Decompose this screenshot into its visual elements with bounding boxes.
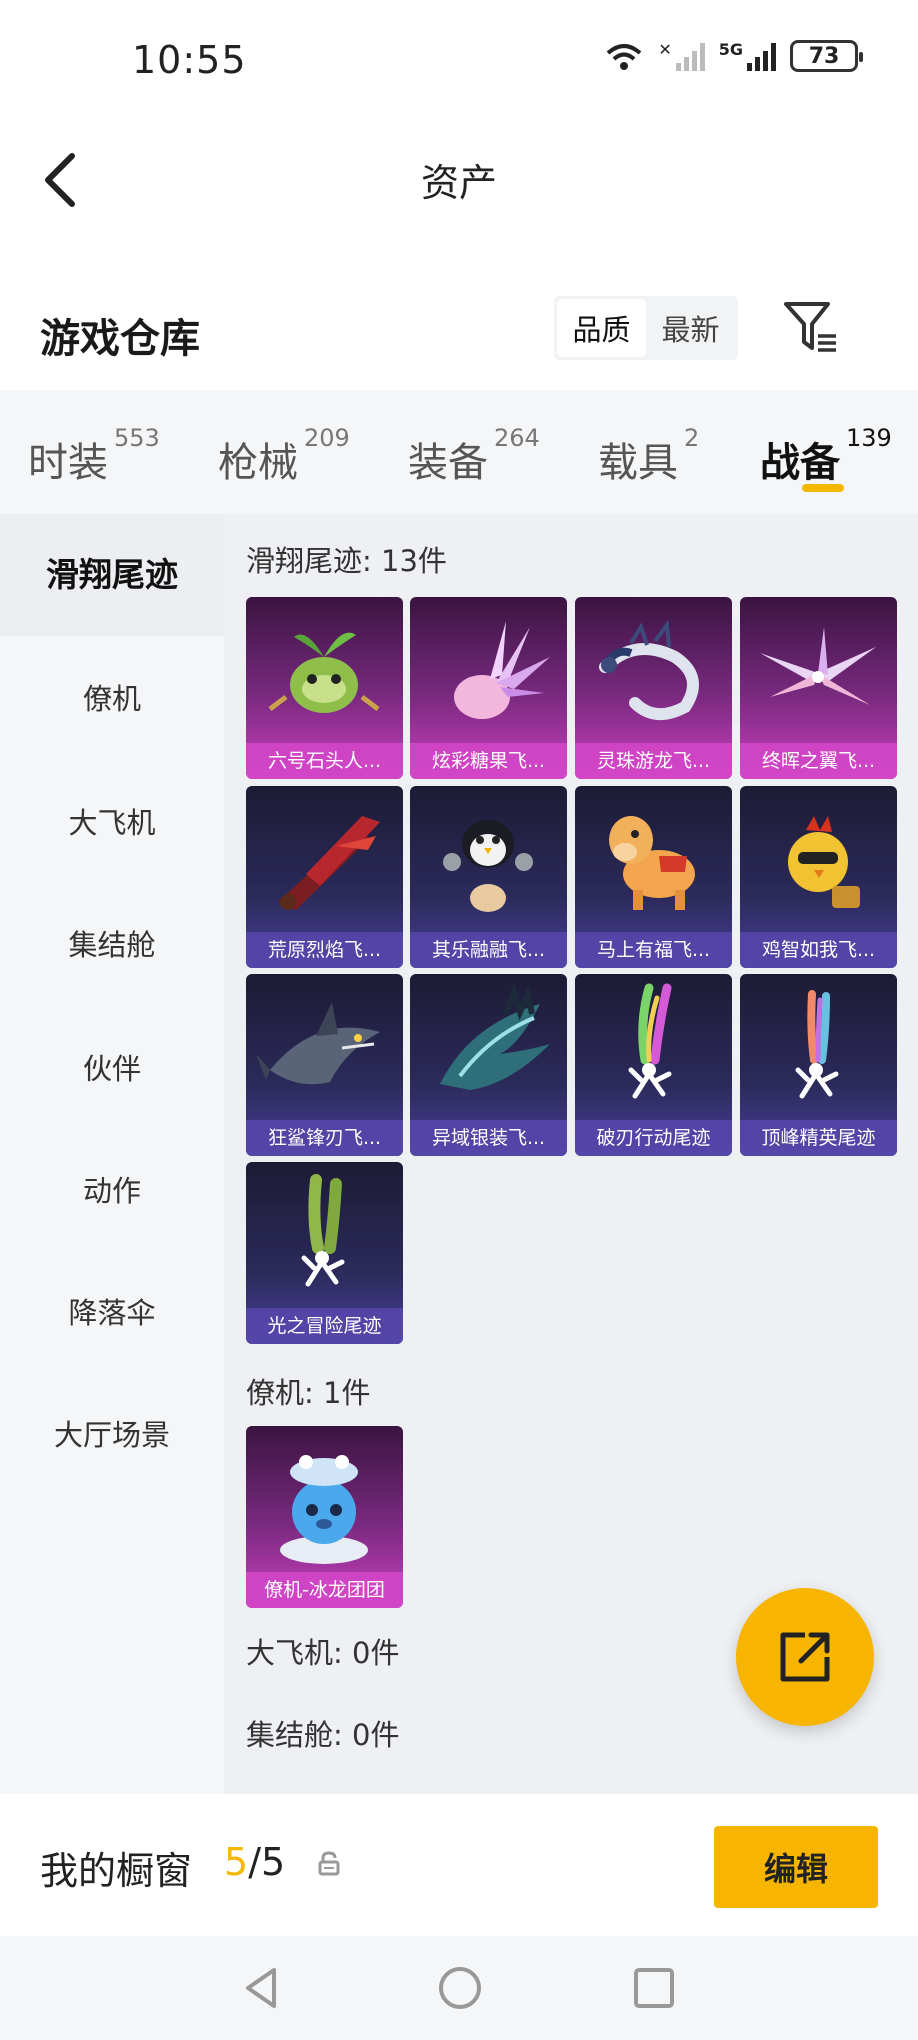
item-card[interactable]: 异域银装飞...: [410, 974, 567, 1156]
sidebar-item-wingman[interactable]: 僚机: [0, 676, 224, 718]
tab-fashion[interactable]: 时装553: [28, 424, 160, 488]
item-name: 炫彩糖果飞...: [410, 743, 567, 779]
sidebar-item-partner[interactable]: 伙伴: [0, 1046, 224, 1088]
item-card[interactable]: 顶峰精英尾迹: [740, 974, 897, 1156]
status-bar: 10:55 ✕ 5G 73: [0, 0, 918, 120]
nav-back-icon[interactable]: [232, 1958, 292, 2018]
showcase-label: 我的橱窗: [40, 1849, 193, 1893]
silver-wing-icon: [440, 982, 550, 1090]
sort-toggle: 品质 最新: [554, 296, 738, 360]
category-tabs: 时装553 枪械209 装备264 载具2 战备139: [0, 390, 918, 514]
green-trail-icon: [301, 1174, 345, 1287]
item-card[interactable]: 马上有福飞...: [575, 786, 732, 968]
item-name: 鸡智如我飞...: [740, 932, 897, 968]
colorful-trail-icon: [795, 990, 839, 1099]
item-card[interactable]: 破刃行动尾迹: [575, 974, 732, 1156]
page-title: 资产: [420, 161, 497, 205]
ice-dragon-icon: [280, 1455, 368, 1564]
flame-glider-icon: [278, 816, 380, 910]
item-card[interactable]: 僚机-冰龙团团: [246, 1426, 403, 1608]
active-tab-indicator: [802, 484, 844, 492]
rainbow-trail-icon: [628, 983, 672, 1099]
item-card[interactable]: 六号石头人...: [246, 597, 403, 779]
shark-icon: [256, 1002, 380, 1085]
crystal-wings-icon: [760, 627, 876, 705]
tab-vehicles[interactable]: 载具2: [598, 424, 699, 488]
item-name: 顶峰精英尾迹: [740, 1120, 897, 1156]
item-card[interactable]: 光之冒险尾迹: [246, 1162, 403, 1344]
item-name: 破刃行动尾迹: [575, 1120, 732, 1156]
candy-wings-icon: [454, 621, 550, 719]
sidebar-item-glide-trail[interactable]: 滑翔尾迹: [0, 514, 224, 636]
lock-icon: [318, 1851, 340, 1876]
sidebar: 滑翔尾迹 僚机 大飞机 集结舱 伙伴 动作 降落伞 大厅场景: [0, 514, 224, 1794]
edit-button[interactable]: 编辑: [714, 1826, 878, 1908]
nav-home-icon[interactable]: [430, 1958, 490, 2018]
sidebar-item-big-plane[interactable]: 大飞机: [0, 800, 224, 842]
sort-by-newest-button[interactable]: 最新: [646, 299, 735, 357]
network-type: 5G: [718, 40, 743, 59]
sort-by-quality-button[interactable]: 品质: [557, 299, 646, 357]
sidebar-item-emote[interactable]: 动作: [0, 1168, 224, 1210]
item-card[interactable]: 荒原烈焰飞...: [246, 786, 403, 968]
item-card[interactable]: 其乐融融飞...: [410, 786, 567, 968]
section-title-wingman: 僚机: 1件: [246, 1376, 371, 1410]
share-icon: [780, 1632, 830, 1682]
item-name: 其乐融融飞...: [410, 932, 567, 968]
tab-guns[interactable]: 枪械209: [218, 424, 350, 488]
item-card[interactable]: 狂鲨锋刃飞...: [246, 974, 403, 1156]
no-signal-x-icon: ✕: [658, 40, 672, 59]
item-name: 狂鲨锋刃飞...: [246, 1120, 403, 1156]
battery-icon: 73: [790, 40, 863, 72]
dragon-icon: [599, 619, 699, 720]
item-name: 马上有福飞...: [575, 932, 732, 968]
item-name: 灵珠游龙飞...: [575, 743, 732, 779]
horse-icon: [609, 816, 695, 910]
item-card[interactable]: 灵珠游龙飞...: [575, 597, 732, 779]
sidebar-item-lobby-scene[interactable]: 大厅场景: [0, 1412, 224, 1454]
tab-combat-gear[interactable]: 战备139: [760, 424, 892, 488]
warehouse-title: 游戏仓库: [40, 316, 200, 362]
filter-icon[interactable]: [782, 298, 840, 356]
showcase-bar: 我的橱窗 5/5 编辑: [0, 1794, 918, 1936]
wifi-icon: [607, 44, 642, 70]
item-name: 僚机-冰龙团团: [246, 1572, 403, 1608]
nav-recents-icon[interactable]: [624, 1958, 684, 2018]
tab-equipment[interactable]: 装备264: [408, 424, 540, 488]
item-name: 荒原烈焰飞...: [246, 932, 403, 968]
showcase-count: 5/5: [224, 1840, 286, 1884]
item-name: 光之冒险尾迹: [246, 1308, 403, 1344]
share-button[interactable]: [736, 1588, 874, 1726]
status-time: 10:55: [132, 38, 247, 82]
signal-strength-icon: [675, 41, 705, 71]
sidebar-item-rally-pod[interactable]: 集结舱: [0, 922, 224, 964]
item-name: 六号石头人...: [246, 743, 403, 779]
item-name: 终晖之翼飞...: [740, 743, 897, 779]
item-card[interactable]: 炫彩糖果飞...: [410, 597, 567, 779]
green-sprout-creature-icon: [268, 632, 380, 713]
section-title-rally-pod: 集结舱: 0件: [246, 1718, 400, 1752]
chicken-icon: [788, 816, 860, 908]
item-name: 异域银装飞...: [410, 1120, 567, 1156]
signal-strength-5g-icon: [747, 41, 776, 71]
system-nav-bar: [0, 1936, 918, 2040]
section-title-glide-trail: 滑翔尾迹: 13件: [246, 544, 447, 578]
penguin-icon: [443, 820, 533, 912]
status-icons: ✕ 5G 73: [604, 40, 863, 72]
section-title-big-plane: 大飞机: 0件: [246, 1636, 400, 1670]
item-card[interactable]: 终晖之翼飞...: [740, 597, 897, 779]
item-card[interactable]: 鸡智如我飞...: [740, 786, 897, 968]
sidebar-item-parachute[interactable]: 降落伞: [0, 1290, 224, 1332]
